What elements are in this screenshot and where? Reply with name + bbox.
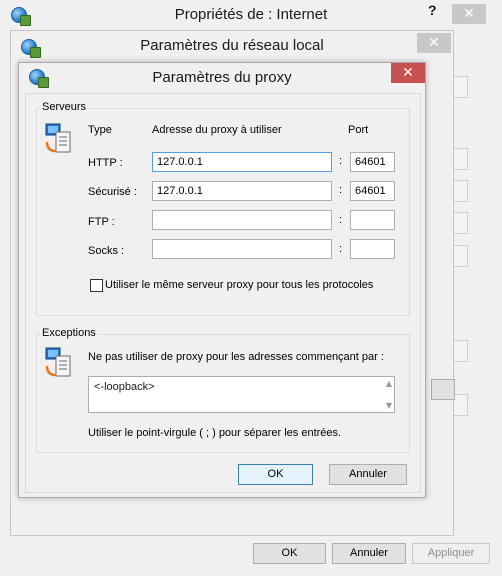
proxy-cancel-button[interactable]: Annuler — [329, 464, 407, 485]
internet-cancel-button[interactable]: Annuler — [332, 543, 406, 564]
ftp-label: FTP : — [88, 216, 115, 228]
http-label: HTTP : — [88, 157, 123, 169]
exceptions-description: Ne pas utiliser de proxy pour les adress… — [88, 351, 384, 363]
servers-group-label: Serveurs — [40, 101, 89, 113]
exceptions-group-label: Exceptions — [40, 327, 98, 339]
ftp-colon: : — [339, 214, 343, 226]
background-control — [452, 245, 468, 267]
column-port-header: Port — [348, 124, 369, 136]
secure-label: Sécurisé : — [88, 186, 137, 198]
exceptions-value: <-loopback> — [94, 381, 155, 393]
proxy-settings-window: Paramètres du proxy ✕ Serveurs Type Adre… — [18, 62, 426, 498]
exceptions-server-icon — [45, 347, 71, 377]
secure-colon: : — [339, 184, 343, 196]
secure-address-input[interactable]: 127.0.0.1 — [152, 181, 332, 201]
exceptions-hint: Utiliser le point-virgule ( ; ) pour sép… — [88, 427, 342, 439]
internet-properties-title: Propriétés de : Internet — [174, 6, 328, 23]
scroll-up-icon[interactable]: ▲ — [386, 379, 392, 388]
background-control — [452, 148, 468, 170]
column-type-header: Type — [88, 124, 112, 136]
proxy-settings-close-button[interactable]: ✕ — [391, 63, 425, 83]
internet-apply-button[interactable]: Appliquer — [412, 543, 490, 564]
ftp-address-input[interactable] — [152, 210, 332, 230]
background-control — [452, 76, 468, 98]
background-button — [431, 379, 455, 400]
proxy-settings-title: Paramètres du proxy — [152, 69, 292, 86]
exceptions-textarea[interactable]: <-loopback> ▲ ▼ — [88, 376, 395, 413]
http-colon: : — [339, 155, 343, 167]
socks-port-input[interactable] — [350, 239, 395, 259]
scroll-down-icon[interactable]: ▼ — [386, 401, 392, 410]
lan-settings-close-button[interactable]: ✕ — [417, 33, 451, 53]
background-control — [452, 340, 468, 362]
ftp-port-input[interactable] — [350, 210, 395, 230]
internet-ok-button[interactable]: OK — [253, 543, 326, 564]
background-control — [452, 212, 468, 234]
same-proxy-checkbox[interactable] — [90, 279, 103, 292]
proxy-client-area: Serveurs Type Adresse du proxy à utilise… — [25, 93, 421, 493]
http-address-input[interactable]: 127.0.0.1 — [152, 152, 332, 172]
proxy-ok-button[interactable]: OK — [238, 464, 313, 485]
socks-address-input[interactable] — [152, 239, 332, 259]
lan-settings-title: Paramètres du réseau local — [140, 37, 324, 54]
socks-colon: : — [339, 243, 343, 255]
secure-port-input[interactable]: 64601 — [350, 181, 395, 201]
socks-label: Socks : — [88, 245, 125, 257]
help-icon[interactable]: ? — [428, 2, 437, 18]
proxy-server-icon — [45, 123, 71, 153]
internet-properties-close-button[interactable]: ✕ — [452, 4, 486, 24]
same-proxy-label[interactable]: Utiliser le même serveur proxy pour tous… — [105, 279, 373, 291]
background-control — [452, 180, 468, 202]
column-address-header: Adresse du proxy à utiliser — [152, 124, 282, 136]
http-port-input[interactable]: 64601 — [350, 152, 395, 172]
